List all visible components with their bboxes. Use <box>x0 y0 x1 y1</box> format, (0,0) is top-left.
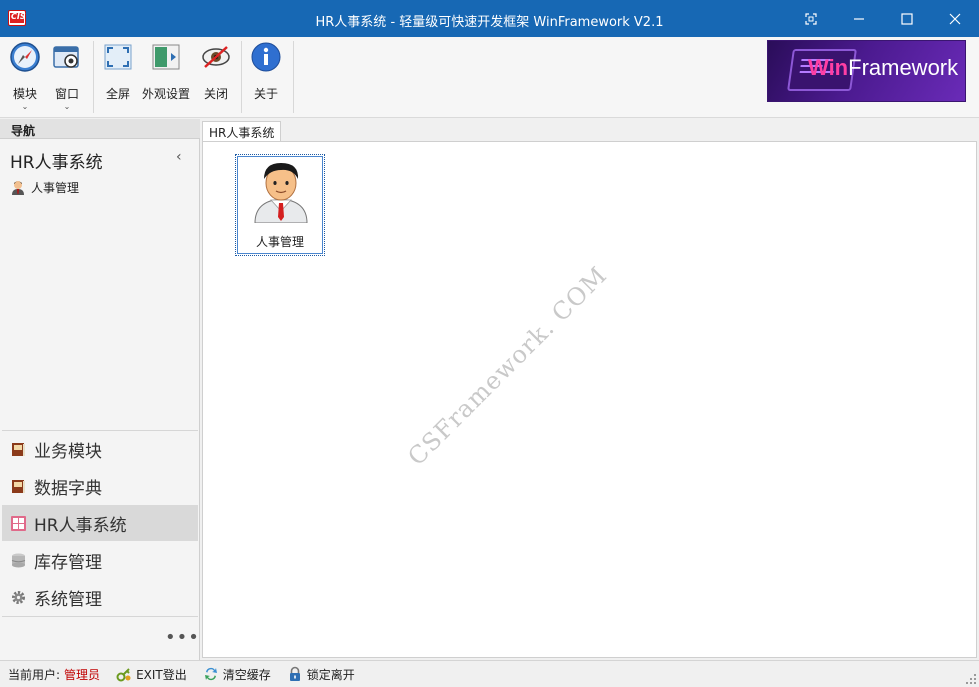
winframework-logo: WinFramework <box>767 40 966 102</box>
compass-icon <box>10 42 40 72</box>
logout-button[interactable]: EXIT登出 <box>116 666 187 683</box>
fullscreen-icon <box>805 12 817 25</box>
module-hr-system[interactable]: HR人事系统 <box>2 505 198 541</box>
nav-group-title: HR人事系统 <box>10 153 103 173</box>
appearance-settings-button[interactable]: 外观设置 <box>140 41 192 102</box>
chevron-down-icon: ⌄ <box>21 102 29 111</box>
restore-screen-button[interactable] <box>787 0 835 37</box>
watermark: CSFramework. COM <box>402 260 613 472</box>
module-data-dictionary[interactable]: 数据字典 <box>2 468 198 504</box>
resize-grip-icon[interactable] <box>966 674 976 684</box>
layout-icon <box>152 44 180 70</box>
fullscreen-icon <box>104 44 132 70</box>
toolbar-divider <box>93 41 94 113</box>
close-icon <box>949 13 961 24</box>
close-tab-button[interactable]: 关闭 <box>194 41 238 102</box>
toolbar-divider <box>293 41 294 113</box>
nav-item-hr-management[interactable]: 人事管理 <box>10 177 79 197</box>
minimize-button[interactable] <box>835 0 883 37</box>
database-icon <box>11 553 26 567</box>
nav-header: 导航 <box>0 119 200 139</box>
module-panel: CSFramework. COM 人事管理 <box>202 141 977 658</box>
window-icon <box>53 46 79 68</box>
window-menu-button[interactable]: 窗口 ⌄ <box>45 41 89 111</box>
module-business[interactable]: 业务模块 <box>2 431 198 467</box>
businessman-icon <box>254 163 308 223</box>
book-icon <box>12 479 25 493</box>
hide-eye-icon <box>202 46 230 68</box>
status-bar: 当前用户: 管理员 EXIT登出 清空缓存 锁定离开 <box>0 660 979 687</box>
clear-cache-button[interactable]: 清空缓存 <box>203 666 271 683</box>
minimize-icon <box>854 17 864 20</box>
about-button[interactable]: 关于 <box>244 41 288 102</box>
more-options-button[interactable]: ••• <box>165 627 200 648</box>
chevron-down-icon: ⌄ <box>63 102 71 111</box>
tile-hr-management[interactable]: 人事管理 <box>235 154 325 256</box>
person-icon <box>12 181 24 195</box>
key-exit-icon <box>116 668 131 682</box>
toolbar-divider <box>241 41 242 113</box>
tab-hr-system[interactable]: HR人事系统 <box>202 121 282 141</box>
lock-icon <box>289 666 300 681</box>
calculator-icon <box>11 515 26 531</box>
current-user-name: 管理员 <box>64 667 101 682</box>
content-area: HR人事系统 CSFramework. COM 人事管理 <box>201 119 979 660</box>
lock-button[interactable]: 锁定离开 <box>287 666 355 683</box>
module-inventory[interactable]: 库存管理 <box>2 542 198 578</box>
current-user-indicator: 当前用户: 管理员 <box>8 667 101 682</box>
navigation-panel: 导航 HR人事系统 ‹ 人事管理 业务模块 数据字典 HR人事系统 库存管理 系… <box>0 119 200 660</box>
gear-icon <box>12 590 25 604</box>
title-bar[interactable]: CIS HR人事系统 - 轻量级可快速开发框架 WinFramework V2.… <box>0 0 979 37</box>
close-window-button[interactable] <box>931 0 979 37</box>
collapse-chevron-icon[interactable]: ‹ <box>176 149 182 165</box>
module-system[interactable]: 系统管理 <box>2 579 198 615</box>
refresh-icon <box>204 667 217 681</box>
fullscreen-button[interactable]: 全屏 <box>96 41 140 102</box>
module-menu-button[interactable]: 模块 ⌄ <box>3 41 47 111</box>
book-icon <box>12 442 25 456</box>
maximize-icon <box>901 12 913 25</box>
maximize-button[interactable] <box>883 0 931 37</box>
info-icon <box>251 42 281 72</box>
